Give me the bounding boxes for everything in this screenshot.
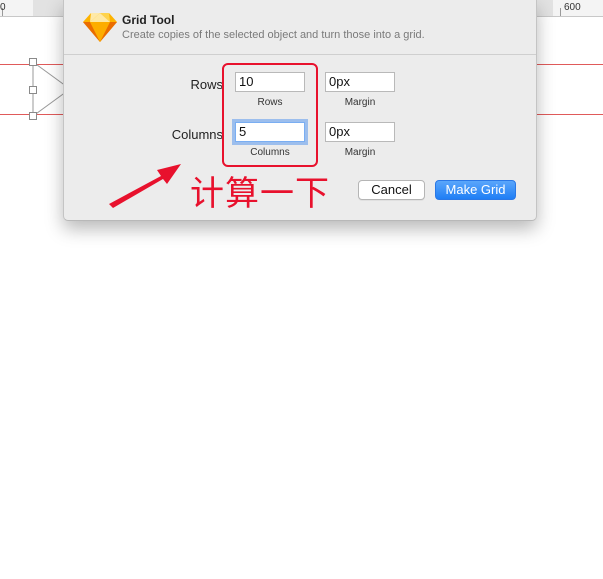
ruler-tick	[560, 8, 561, 16]
sketch-diamond-icon	[83, 13, 117, 42]
ruler-label-start: 0	[0, 2, 6, 13]
dialog-subtitle: Create copies of the selected object and…	[122, 29, 425, 41]
resize-handle[interactable]	[29, 112, 37, 120]
columns-label: Columns	[171, 127, 223, 142]
columns-margin-label: Margin	[344, 147, 376, 158]
columns-margin-input[interactable]: 0px	[325, 122, 395, 142]
annotation-arrow-icon	[109, 164, 181, 208]
dialog-title: Grid Tool	[122, 13, 175, 27]
annotation-text: 计算一下	[190, 174, 330, 214]
make-grid-button[interactable]: Make Grid	[435, 180, 516, 200]
rows-label: Rows	[190, 77, 223, 92]
ruler-label-end: 600	[564, 2, 581, 13]
rows-margin-label: Margin	[344, 97, 376, 108]
resize-handle[interactable]	[29, 58, 37, 66]
resize-handle[interactable]	[29, 86, 37, 94]
screenshot-stage: 0 600 Grid Tool Create copies of the sel…	[0, 0, 603, 579]
rows-margin-input[interactable]: 0px	[325, 72, 395, 92]
dialog-header: Grid Tool Create copies of the selected …	[64, 0, 536, 55]
annotation-highlight-box	[222, 63, 318, 167]
cancel-button[interactable]: Cancel	[358, 180, 425, 200]
